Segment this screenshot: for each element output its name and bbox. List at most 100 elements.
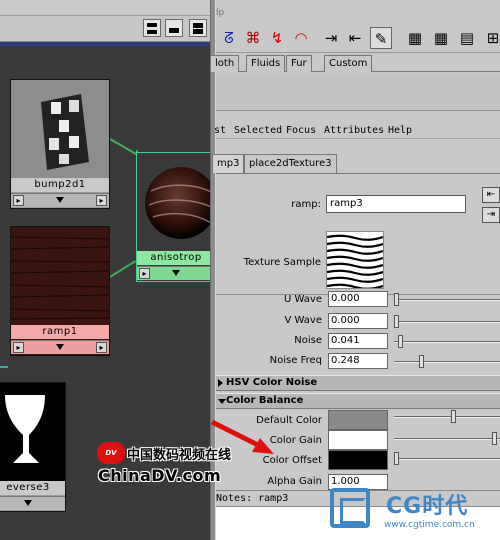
tab-ramp3[interactable]: mp3	[212, 154, 245, 173]
port-right-icon[interactable]: ▸	[96, 342, 107, 353]
aniso-swatch-icon	[145, 167, 215, 239]
clapper-icon[interactable]: ▦	[404, 27, 426, 49]
slider-knob[interactable]	[398, 335, 403, 348]
remove-key-icon[interactable]: ⇤	[344, 27, 366, 49]
expand-arrow-icon[interactable]	[56, 197, 64, 203]
node-header: ramp: ramp3 ⇤ ⇥ Texture Sample	[216, 182, 500, 292]
hypershade-toolbar	[0, 16, 212, 42]
menu-attributes[interactable]: Attributes	[324, 125, 384, 136]
render-icon[interactable]: ✎	[370, 27, 392, 49]
node-label: ramp1	[11, 325, 109, 339]
menu-focus[interactable]: Focus	[286, 125, 316, 136]
magnet-red-icon[interactable]: ↯	[266, 27, 288, 49]
noise-label: Noise	[294, 335, 322, 346]
texture-sample-swatch	[326, 231, 384, 290]
connection-ramp-to-aniso	[109, 260, 136, 278]
slider-knob[interactable]	[419, 355, 424, 368]
ramp-name-field[interactable]: ramp3	[326, 195, 466, 213]
cgtime-watermark: CG时代 www.cgtime.com.cn	[330, 484, 500, 540]
chinadv-url: ChinaDV.com	[98, 466, 222, 485]
ramp-name-label: ramp:	[291, 199, 321, 210]
noise-field[interactable]: 0.041	[328, 333, 388, 349]
layout-split-button[interactable]	[189, 19, 207, 37]
expanded-arrow-icon[interactable]	[218, 399, 226, 404]
slider-knob[interactable]	[394, 293, 399, 306]
node-label: anisotrop	[137, 251, 215, 265]
port-left-icon[interactable]: ▸	[13, 195, 24, 206]
noise-freq-field[interactable]: 0.248	[328, 353, 388, 369]
node-tabs: mp3 place2dTexture3	[212, 152, 500, 174]
texture-sample-image	[326, 232, 384, 290]
menu-list[interactable]: st	[214, 125, 226, 136]
hypershade-title-bar	[0, 0, 212, 16]
cgtime-logo-icon	[330, 488, 370, 528]
shelf-tab-custom[interactable]: Custom	[324, 55, 373, 72]
default-color-slider[interactable]	[394, 410, 500, 423]
section-title: Color Balance	[226, 395, 304, 406]
clapper-batch-icon[interactable]: ▤	[456, 27, 478, 49]
cgtime-text: CG时代	[386, 494, 469, 519]
slider-knob[interactable]	[451, 410, 456, 423]
tab-place2dtexture3[interactable]: place2dTexture3	[244, 154, 337, 173]
focus-input-icon[interactable]: ⇤	[482, 187, 500, 203]
node-anisotropic[interactable]: anisotrop ▸	[136, 152, 216, 282]
focus-output-icon[interactable]: ⇥	[482, 207, 500, 223]
ramp-swatch-icon	[11, 227, 109, 325]
expand-arrow-icon[interactable]	[24, 500, 32, 506]
port-left-icon[interactable]: ▸	[13, 342, 24, 353]
color-offset-slider[interactable]	[394, 452, 500, 465]
shelf-content	[216, 73, 500, 111]
port-right-icon[interactable]: ▸	[96, 195, 107, 206]
layout-bottom-button[interactable]	[165, 19, 183, 37]
node-ramp1[interactable]: ramp1 ▸ ▸	[10, 226, 110, 356]
collapsed-arrow-icon[interactable]	[218, 379, 223, 387]
shelf-tab-fluids[interactable]: Fluids	[246, 55, 286, 72]
node-label: everse3	[0, 481, 65, 495]
shelf-tab-cloth[interactable]: loth	[210, 55, 240, 72]
expand-arrow-icon[interactable]	[56, 344, 64, 350]
lasso-icon[interactable]: ◠	[290, 27, 312, 49]
window-title-fragment: lp	[216, 8, 225, 18]
slider-knob[interactable]	[394, 452, 399, 465]
layout-top-bottom-button[interactable]	[143, 19, 161, 37]
bump-swatch-icon	[11, 80, 109, 178]
attribute-editor-menubar: st Selected Focus Attributes Help	[214, 123, 500, 139]
slider-knob[interactable]	[492, 432, 497, 445]
attribute-editor-panel: lp ᘔ ⌘ ↯ ◠ ⇥ ⇤ ✎ ▦ ▦ ▤ ⊞ loth Fluids Fur…	[210, 0, 500, 540]
node-reverse3[interactable]: everse3	[0, 382, 66, 512]
section-hsv-color-noise[interactable]: HSV Color Noise	[216, 375, 500, 391]
clapper-ipr-icon[interactable]: ▦	[430, 27, 452, 49]
node-port-bar: ▸	[137, 266, 215, 280]
section-color-balance[interactable]: Color Balance	[216, 393, 500, 409]
expand-arrow-icon[interactable]	[172, 270, 180, 276]
menu-help[interactable]: Help	[388, 125, 412, 136]
magnet-icon[interactable]: ⌘	[242, 27, 264, 49]
curve-icon[interactable]: ᘔ	[218, 27, 240, 49]
noise-freq-label: Noise Freq	[269, 355, 322, 366]
shelf-icon-row: ᘔ ⌘ ↯ ◠ ⇥ ⇤ ✎ ▦ ▦ ▤ ⊞	[216, 25, 500, 53]
default-color-swatch[interactable]	[328, 410, 388, 430]
node-port-bar: ▸ ▸	[11, 193, 109, 207]
menu-selected[interactable]: Selected	[234, 125, 282, 136]
alpha-gain-label: Alpha Gain	[267, 476, 322, 487]
insert-key-icon[interactable]: ⇥	[320, 27, 342, 49]
ruler-icon[interactable]: ⊞	[482, 27, 500, 49]
port-left-icon[interactable]: ▸	[139, 268, 150, 279]
color-gain-slider[interactable]	[394, 432, 500, 445]
v-wave-label: V Wave	[284, 315, 322, 326]
cgtime-url: www.cgtime.com.cn	[384, 520, 475, 530]
noise-freq-slider[interactable]	[394, 355, 500, 368]
shelf-tab-fur[interactable]: Fur	[286, 55, 312, 72]
v-wave-field[interactable]: 0.000	[328, 313, 388, 329]
shelf-tabs: loth Fluids Fur Custom	[210, 55, 500, 72]
color-offset-swatch[interactable]	[328, 450, 388, 470]
chinadv-chinese-text: 中国数码视频在线	[127, 448, 232, 463]
noise-slider[interactable]	[394, 335, 500, 348]
u-wave-slider[interactable]	[394, 293, 500, 306]
u-wave-field[interactable]: 0.000	[328, 291, 388, 307]
node-bump2d1[interactable]: bump2d1 ▸ ▸	[10, 79, 110, 209]
v-wave-slider[interactable]	[394, 315, 500, 328]
slider-knob[interactable]	[394, 315, 399, 328]
chinadv-logo-icon: DV	[97, 442, 125, 464]
color-gain-swatch[interactable]	[328, 430, 388, 450]
